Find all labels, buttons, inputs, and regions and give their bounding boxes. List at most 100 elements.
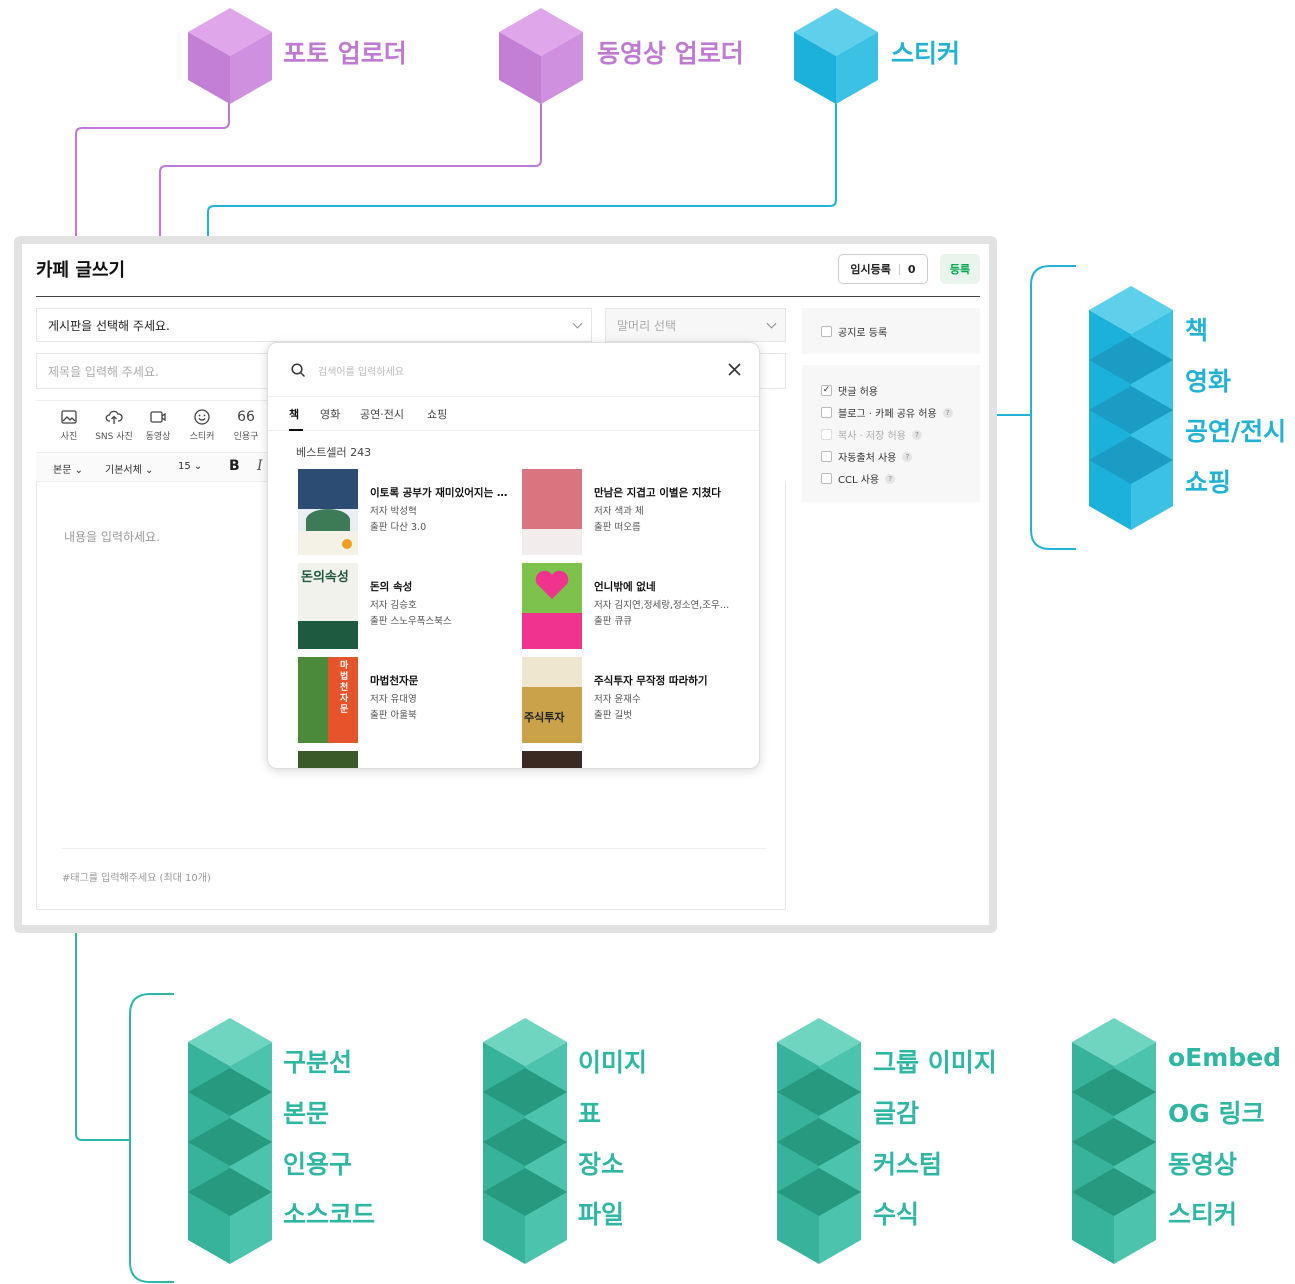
search-icon — [291, 363, 306, 378]
book-item[interactable]: 마법천자문 마법천자문 저자 유대영 출판 아울북 — [298, 657, 518, 745]
component-label: 글감 — [873, 1099, 920, 1128]
font-family-value: 기본서체 — [105, 465, 142, 476]
book-cover — [298, 469, 358, 555]
component-label: 커스텀 — [873, 1150, 943, 1179]
content-search-popup: 검색어를 입력하세요 책 영화 공연·전시 쇼핑 베스트셀러 243 이토록 공… — [267, 342, 760, 769]
component-label: oEmbed — [1168, 1043, 1282, 1072]
category-performance-label: 공연/전시 — [1185, 417, 1287, 446]
temp-save-count: 0 — [907, 262, 916, 276]
bold-button[interactable]: B — [229, 458, 240, 474]
component-stack-3-cube-icon — [777, 1018, 861, 1264]
book-title: 마법천자문 — [370, 675, 419, 687]
sticker-cube-icon — [794, 8, 878, 104]
book-title: 돈의 속성 — [370, 581, 413, 593]
italic-button[interactable]: I — [257, 458, 263, 474]
component-stack-2-cube-icon — [483, 1018, 567, 1264]
book-title: 언니밖에 없네 — [594, 581, 656, 593]
option-ccl[interactable]: CCL 사용 ? — [821, 471, 896, 486]
book-publisher: 출판 떠오름 — [594, 522, 641, 533]
book-author: 저자 김승호 — [370, 600, 417, 611]
component-label: 동영상 — [1168, 1150, 1238, 1179]
paragraph-style-select[interactable]: 본문 ⌄ — [53, 461, 83, 476]
prefix-select[interactable]: 말머리 선택 — [605, 308, 786, 342]
popup-search-bar: 검색어를 입력하세요 — [268, 343, 759, 397]
temp-save-button[interactable]: 임시등록 0 — [838, 254, 928, 284]
option-label: CCL 사용 — [838, 475, 880, 486]
category-shopping-label: 쇼핑 — [1185, 468, 1232, 497]
register-button[interactable]: 등록 — [940, 254, 980, 284]
tab-shopping[interactable]: 쇼핑 — [427, 406, 447, 422]
book-title: 만남은 지겹고 이별은 지쳤다 — [594, 487, 721, 499]
divider — [62, 848, 767, 849]
board-select[interactable]: 게시판을 선택해 주세요. — [36, 308, 592, 342]
component-label: 파일 — [578, 1200, 625, 1229]
content-placeholder: 내용을 입력하세요. — [64, 530, 160, 544]
component-label: OG 링크 — [1168, 1099, 1265, 1128]
help-icon[interactable]: ? — [942, 407, 953, 418]
tag-input[interactable]: #태그를 입력해주세요 (최대 10개) — [62, 869, 211, 884]
sticker-button[interactable]: 스티커 — [182, 408, 222, 442]
tab-movie[interactable]: 영화 — [320, 406, 340, 422]
book-item[interactable]: 주식투자 주식투자 무작정 따라하기 저자 윤재수 출판 길벗 — [522, 657, 742, 745]
category-book-label: 책 — [1185, 316, 1209, 345]
close-icon[interactable] — [727, 362, 742, 377]
book-item[interactable]: 언니밖에 없네 저자 김지연,정세랑,정소연,조우… 출판 큐큐 — [522, 563, 742, 651]
video-label: 동영상 — [145, 432, 171, 442]
video-icon — [150, 411, 166, 423]
photo-button[interactable]: 사진 — [49, 408, 89, 442]
help-icon[interactable]: ? — [885, 473, 896, 484]
component-label: 구분선 — [283, 1048, 353, 1077]
checkbox[interactable] — [821, 451, 832, 462]
photo-uploader-label: 포토 업로더 — [283, 39, 407, 68]
option-share[interactable]: 블로그 · 카페 공유 허용 ? — [821, 405, 953, 420]
book-cover — [522, 751, 582, 768]
option-label: 자동출처 사용 — [838, 453, 897, 464]
checkbox[interactable] — [821, 407, 832, 418]
sns-photo-button[interactable]: SNS 사진 — [94, 408, 134, 442]
photo-label: 사진 — [60, 432, 78, 442]
tab-book[interactable]: 책 — [289, 406, 299, 422]
cover-title: 주식투자 — [524, 711, 565, 724]
component-label: 인용구 — [283, 1150, 353, 1179]
photo-uploader-cube-icon — [188, 8, 272, 104]
help-icon[interactable]: ? — [902, 451, 913, 462]
tab-performance[interactable]: 공연·전시 — [360, 406, 404, 422]
component-label: 이미지 — [578, 1048, 648, 1077]
prefix-select-value: 말머리 선택 — [617, 318, 677, 333]
font-family-select[interactable]: 기본서체 ⌄ — [105, 461, 153, 476]
checkbox[interactable] — [821, 473, 832, 484]
cloud-upload-icon — [105, 410, 123, 424]
title-placeholder: 제목을 입력해 주세요. — [48, 364, 159, 379]
video-button[interactable]: 동영상 — [138, 408, 178, 442]
popup-tabs: 책 영화 공연·전시 쇼핑 — [268, 397, 759, 431]
chevron-down-icon — [572, 318, 583, 329]
book-cover: 주식투자 — [522, 657, 582, 743]
component-label: 스티커 — [1168, 1200, 1238, 1229]
book-cover — [522, 563, 582, 649]
category-movie-label: 영화 — [1185, 367, 1232, 396]
book-item[interactable]: 만남은 지겹고 이별은 지쳤다 저자 색과 체 출판 떠오름 — [522, 469, 742, 557]
book-item[interactable]: 이토록 공부가 재미있어지는 … 저자 박성혁 출판 다산 3.0 — [298, 469, 518, 557]
help-icon[interactable]: ? — [911, 429, 922, 440]
photo-icon — [61, 410, 77, 424]
quote-button[interactable]: 66 인용구 — [226, 408, 266, 442]
book-cover — [298, 751, 358, 768]
font-size-select[interactable]: 15 ⌄ — [178, 461, 202, 472]
popup-search-input[interactable]: 검색어를 입력하세요 — [318, 363, 404, 378]
book-author: 저자 윤재수 — [594, 694, 641, 705]
option-label: 댓글 허용 — [838, 387, 878, 398]
checkbox-checked[interactable]: ✓ — [821, 385, 832, 396]
paragraph-style-value: 본문 — [53, 465, 72, 476]
book-title: 주식투자 무작정 따라하기 — [594, 675, 708, 687]
component-label: 표 — [578, 1099, 602, 1128]
active-tab-indicator — [289, 429, 303, 431]
book-item[interactable]: 돈의속성 돈의 속성 저자 김승호 출판 스노우폭스북스 — [298, 563, 518, 651]
page-title: 카페 글쓰기 — [36, 260, 126, 281]
checkbox[interactable] — [821, 326, 832, 337]
video-uploader-cube-icon — [499, 8, 583, 104]
book-author: 저자 박성혁 — [370, 506, 417, 517]
notice-checkbox[interactable]: 공지로 등록 — [821, 324, 887, 339]
option-auto-source[interactable]: 자동출처 사용 ? — [821, 449, 913, 464]
option-comments[interactable]: ✓ 댓글 허용 — [821, 383, 878, 398]
book-cover — [522, 469, 582, 555]
